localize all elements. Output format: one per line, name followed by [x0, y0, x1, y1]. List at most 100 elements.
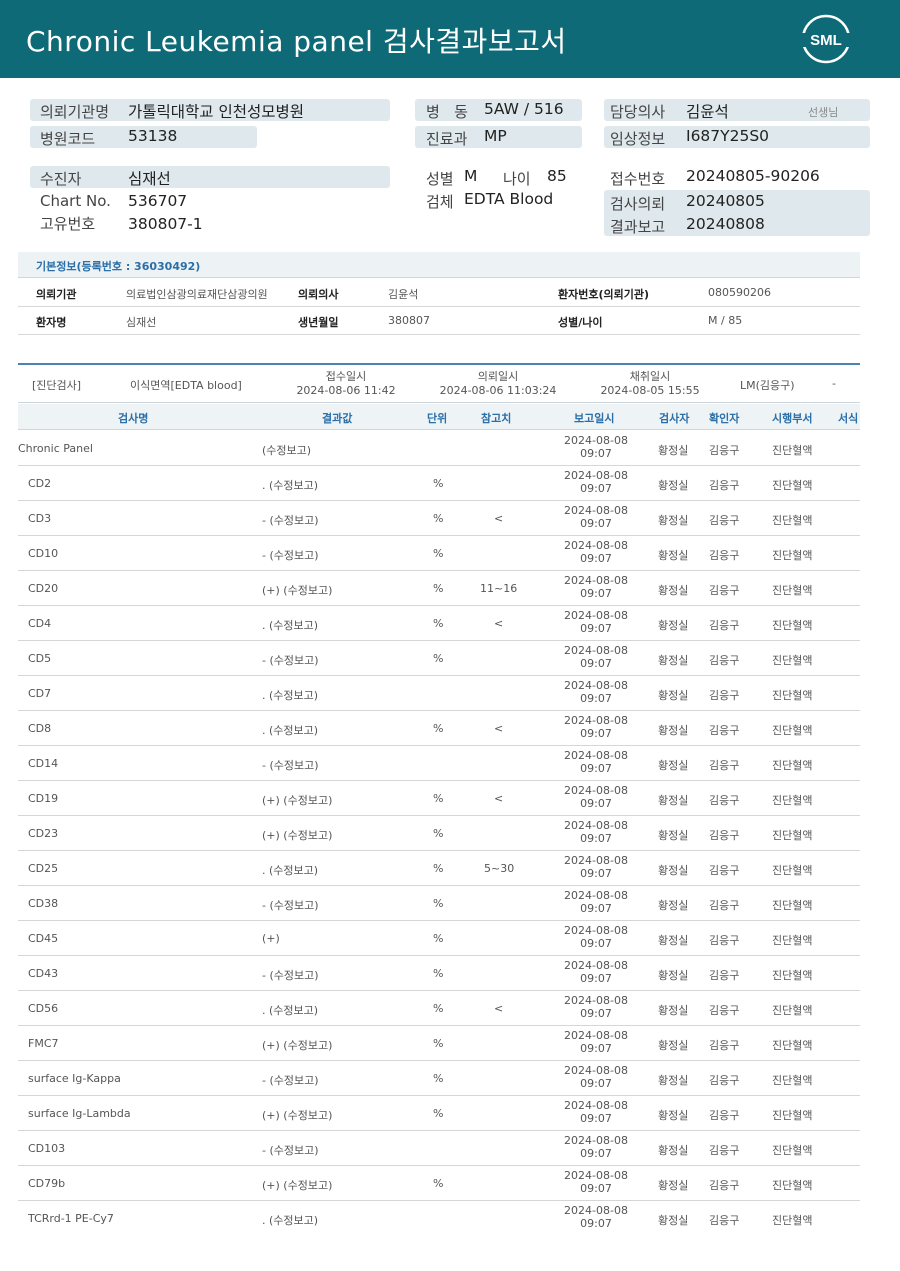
row-dept: 진단혈액	[772, 549, 813, 562]
table-row: CD45 (+)% 2024-08-08 09:07 황정실 김응구 진단혈액	[18, 921, 860, 956]
report-label: 결과보고	[610, 218, 666, 236]
report-value: 20240808	[686, 215, 765, 233]
row-checker: 김응구	[709, 1179, 740, 1192]
row-checker: 김응구	[709, 654, 740, 667]
basic-info-row: 의뢰기관 의료법인삼광의료재단삼광의원 의뢰의사 김윤석 환자번호(의뢰기관) …	[18, 279, 860, 307]
table-row: Chronic Panel (수정보고) 2024-08-08 09:07 황정실 김응구…	[18, 431, 860, 466]
chart-value: 536707	[128, 192, 188, 210]
row-dept: 진단혈액	[772, 1004, 813, 1017]
row-date: 2024-08-08	[564, 889, 628, 902]
diag-receipt-time: 2024-08-06 11:42	[296, 384, 396, 397]
table-row: TCRrd-1 PE-Cy7 . (수정보고) 2024-08-08 09:07 황정실…	[18, 1201, 860, 1236]
basic-value: 080590206	[708, 286, 771, 299]
diagnosis-bar: [진단검사] 이식면역[EDTA blood] 접수일시 2024-08-06 …	[18, 363, 860, 403]
col-header-ref: 참고치	[481, 412, 512, 425]
diag-dash: -	[832, 377, 836, 390]
row-unit: %	[433, 1072, 444, 1085]
row-tester: 황정실	[658, 1004, 689, 1017]
row-name: CD19	[28, 792, 59, 805]
table-row: CD5 - (수정보고)% 2024-08-08 09:07 황정실 김응구 진단혈액	[18, 641, 860, 676]
basic-info-title: 기본정보(등록번호 : 36030492)	[36, 260, 201, 273]
row-checker: 김응구	[709, 899, 740, 912]
basic-key: 환자번호(의뢰기관)	[558, 288, 650, 301]
dept-label: 진료과	[426, 130, 468, 148]
sml-logo-icon: SML	[800, 14, 852, 64]
row-date: 2024-08-08	[564, 714, 628, 727]
ward-value: 5AW / 516	[484, 100, 564, 118]
row-ref: <	[494, 722, 504, 735]
diag-test: 이식면역[EDTA blood]	[130, 379, 242, 392]
row-checker: 김응구	[709, 864, 740, 877]
row-name: CD45	[28, 932, 59, 945]
diag-receipt-label: 접수일시	[325, 370, 367, 383]
basic-key: 환자명	[36, 316, 67, 329]
row-result: (+) (수정보고)	[262, 584, 333, 597]
row-unit: %	[433, 1002, 444, 1015]
row-dept: 진단혈액	[772, 1039, 813, 1052]
row-name: FMC7	[28, 1037, 59, 1050]
row-time: 09:07	[580, 762, 612, 775]
basic-key: 성별/나이	[558, 316, 603, 329]
row-result: (+) (수정보고)	[262, 1039, 333, 1052]
clinical-label: 임상정보	[610, 130, 666, 148]
row-date: 2024-08-08	[564, 1099, 628, 1112]
examinee-label: 수진자	[40, 170, 82, 188]
row-result: . (수정보고)	[262, 1214, 319, 1227]
row-tester: 황정실	[658, 1074, 689, 1087]
table-row: CD19 (+) (수정보고)% <2024-08-08 09:07 황정실 김응구 진단혈…	[18, 781, 860, 816]
row-date: 2024-08-08	[564, 574, 628, 587]
table-row: CD56 . (수정보고)% <2024-08-08 09:07 황정실 김응구 진단혈액	[18, 991, 860, 1026]
basic-value: 의료법인삼광의료재단삼광의원	[126, 288, 268, 301]
row-unit: %	[433, 827, 444, 840]
row-tester: 황정실	[658, 794, 689, 807]
row-name: CD7	[28, 687, 52, 700]
row-result: - (수정보고)	[262, 514, 319, 527]
row-tester: 황정실	[658, 934, 689, 947]
request-label: 검사의뢰	[610, 195, 666, 213]
receipt-value: 20240805-90206	[686, 167, 820, 185]
row-checker: 김응구	[709, 1214, 740, 1227]
row-name: Chronic Panel	[18, 442, 93, 455]
row-result: (+) (수정보고)	[262, 829, 333, 842]
row-dept: 진단혈액	[772, 1109, 813, 1122]
row-result: - (수정보고)	[262, 899, 319, 912]
basic-value: 심재선	[126, 316, 157, 329]
row-time: 09:07	[580, 1182, 612, 1195]
row-unit: %	[433, 477, 444, 490]
row-result: - (수정보고)	[262, 1144, 319, 1157]
row-unit: %	[433, 967, 444, 980]
row-unit: %	[433, 792, 444, 805]
doctor-label: 담당의사	[610, 103, 666, 121]
row-result: - (수정보고)	[262, 549, 319, 562]
row-time: 09:07	[580, 517, 612, 530]
doctor-suffix: 선생님	[808, 106, 839, 119]
row-time: 09:07	[580, 482, 612, 495]
row-name: CD56	[28, 1002, 59, 1015]
row-time: 09:07	[580, 692, 612, 705]
row-tester: 황정실	[658, 1214, 689, 1227]
row-tester: 황정실	[658, 654, 689, 667]
row-name: CD38	[28, 897, 59, 910]
unique-value: 380807-1	[128, 215, 203, 233]
basic-info-bar: 기본정보(등록번호 : 36030492)	[18, 252, 860, 278]
row-dept: 진단혈액	[772, 1144, 813, 1157]
basic-value: M / 85	[708, 314, 743, 327]
row-name: CD3	[28, 512, 52, 525]
row-result: . (수정보고)	[262, 479, 319, 492]
row-date: 2024-08-08	[564, 1169, 628, 1182]
row-date: 2024-08-08	[564, 434, 628, 447]
row-time: 09:07	[580, 657, 612, 670]
row-time: 09:07	[580, 1007, 612, 1020]
row-name: CD2	[28, 477, 52, 490]
report-header: Chronic Leukemia panel 검사결과보고서 SML	[0, 0, 900, 78]
row-result: (수정보고)	[262, 444, 312, 457]
row-unit: %	[433, 547, 444, 560]
table-row: CD8 . (수정보고)% <2024-08-08 09:07 황정실 김응구 진단혈액	[18, 711, 860, 746]
row-ref: 5~30	[484, 862, 515, 875]
col-header-dept: 시행부서	[772, 412, 813, 425]
row-time: 09:07	[580, 867, 612, 880]
row-checker: 김응구	[709, 1074, 740, 1087]
row-tester: 황정실	[658, 549, 689, 562]
row-checker: 김응구	[709, 1109, 740, 1122]
institution-label: 의뢰기관명	[40, 103, 110, 121]
